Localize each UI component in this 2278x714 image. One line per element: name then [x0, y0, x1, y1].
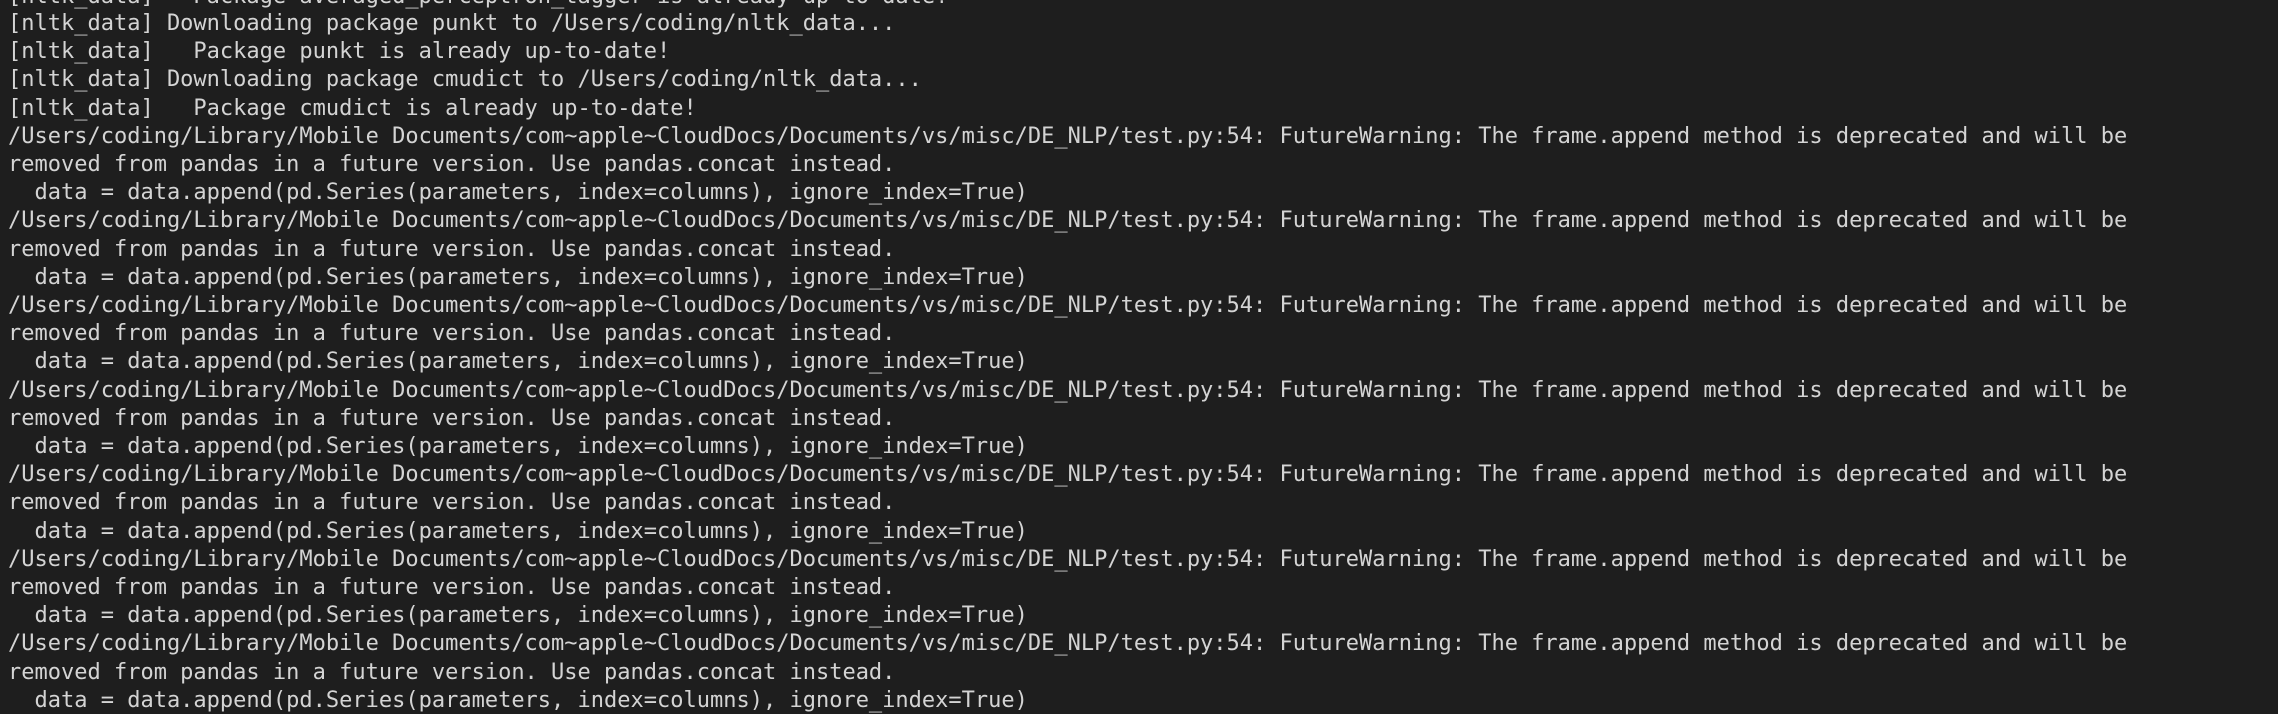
terminal-line: [nltk_data] Package punkt is already up-… [8, 39, 671, 65]
terminal-line: data = data.append(pd.Series(parameters,… [8, 434, 1028, 460]
terminal-line: removed from pandas in a future version.… [8, 405, 896, 431]
terminal-line: removed from pandas in a future version.… [8, 575, 896, 601]
terminal-line: /Users/coding/Library/Mobile Documents/c… [8, 631, 2128, 657]
terminal-line: data = data.append(pd.Series(parameters,… [8, 603, 1028, 629]
terminal-line: removed from pandas in a future version.… [8, 321, 896, 347]
terminal-line: [nltk_data] Package averaged_perceptron_… [8, 0, 948, 10]
terminal-line: removed from pandas in a future version.… [8, 236, 896, 262]
terminal-line: [nltk_data] Package cmudict is already u… [8, 95, 697, 121]
terminal-line: data = data.append(pd.Series(parameters,… [8, 349, 1028, 375]
terminal-line: data = data.append(pd.Series(parameters,… [8, 518, 1028, 544]
terminal-line: [nltk_data] Downloading package punkt to… [8, 11, 896, 36]
terminal-line: /Users/coding/Library/Mobile Documents/c… [8, 208, 2128, 234]
terminal-line: /Users/coding/Library/Mobile Documents/c… [8, 546, 2128, 572]
terminal-output[interactable]: [nltk_data] Package averaged_perceptron_… [0, 0, 2278, 714]
terminal-line: /Users/coding/Library/Mobile Documents/c… [8, 377, 2128, 403]
terminal-line: /Users/coding/Library/Mobile Documents/c… [8, 462, 2128, 488]
terminal-line: /Users/coding/Library/Mobile Documents/c… [8, 293, 2128, 319]
clipped-top-line: [nltk_data] Package averaged_perceptron_… [8, 0, 2278, 10]
terminal-line: data = data.append(pd.Series(parameters,… [8, 687, 1028, 713]
terminal-line: removed from pandas in a future version.… [8, 659, 896, 685]
terminal-line: removed from pandas in a future version.… [8, 490, 896, 516]
terminal-line: /Users/coding/Library/Mobile Documents/c… [8, 123, 2128, 149]
terminal-line: data = data.append(pd.Series(parameters,… [8, 180, 1028, 206]
terminal-line: removed from pandas in a future version.… [8, 152, 896, 178]
terminal-line: data = data.append(pd.Series(parameters,… [8, 264, 1028, 290]
terminal-line: [nltk_data] Downloading package cmudict … [8, 67, 922, 93]
